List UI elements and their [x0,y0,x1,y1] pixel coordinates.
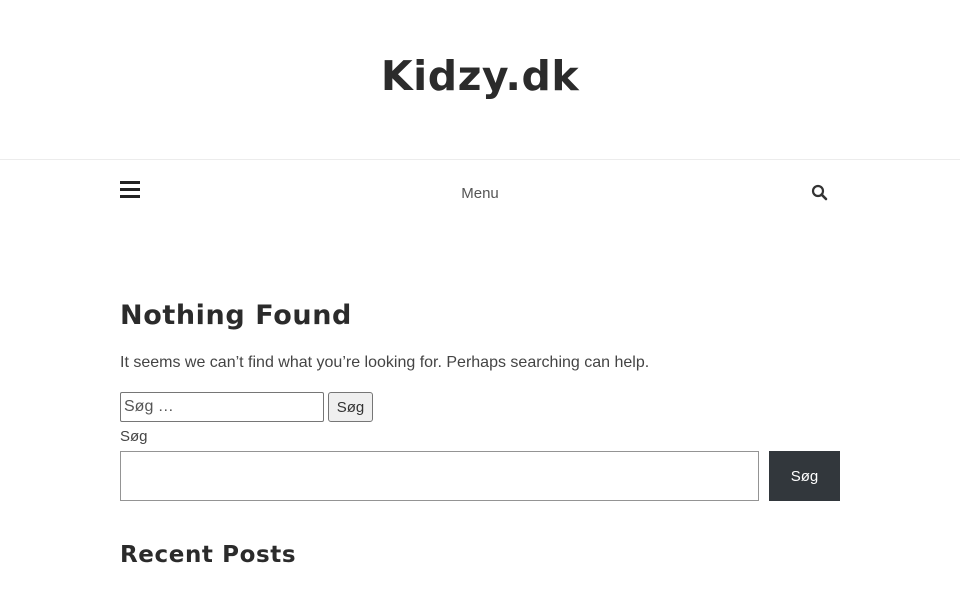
search-block-button[interactable]: Søg [769,451,840,501]
main-content: Nothing Found It seems we can’t find wha… [120,296,840,571]
search-block-form: Søg [120,451,840,501]
main-navigation: Menu [0,161,960,221]
search-block-label: Søg [120,428,148,445]
recent-posts-title: Recent Posts [120,542,297,568]
search-form: Søg [120,392,840,422]
site-header: Kidzy.dk [0,0,960,160]
search-block-input[interactable] [120,451,759,501]
search-input[interactable] [120,392,324,422]
search-submit-button[interactable]: Søg [328,392,373,422]
page-title: Nothing Found [120,300,352,331]
site-title[interactable]: Kidzy.dk [0,52,960,100]
search-icon[interactable] [811,184,829,202]
not-found-message: It seems we can’t find what you’re looki… [120,354,650,371]
